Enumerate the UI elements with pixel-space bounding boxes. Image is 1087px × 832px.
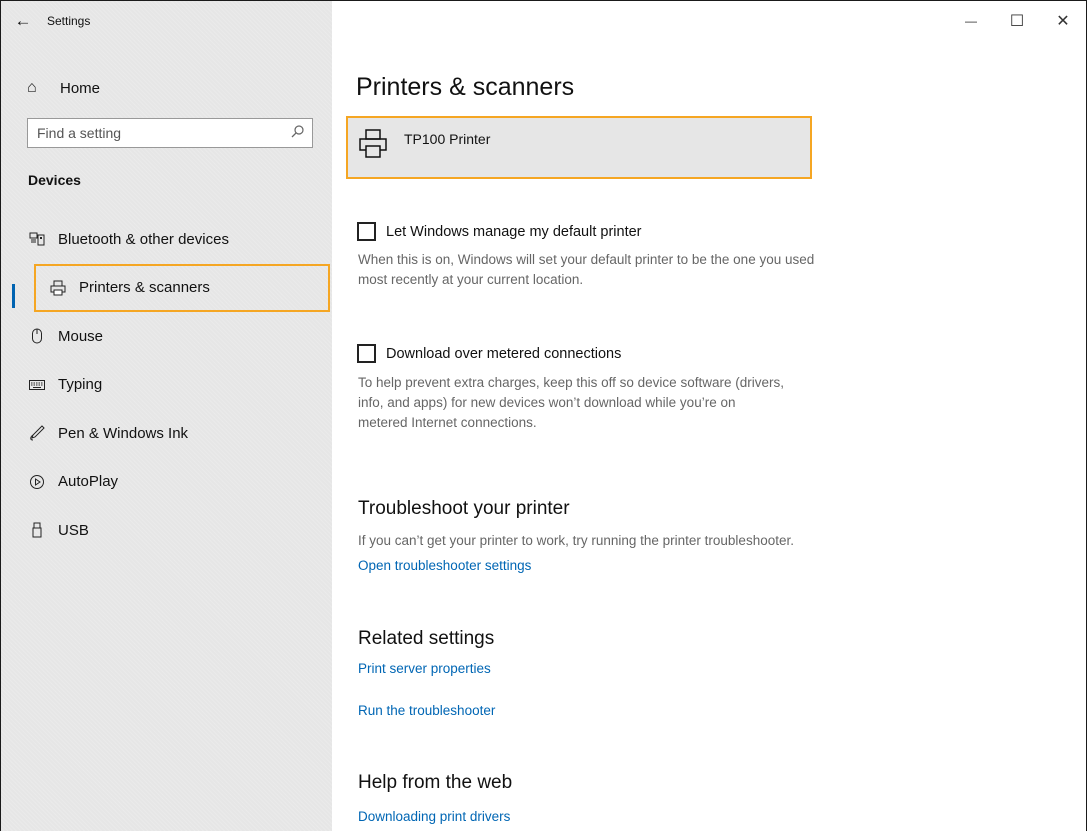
metered-checkbox[interactable] <box>357 344 376 363</box>
sidebar-item-label: AutoPlay <box>58 473 119 491</box>
sidebar-item-pen[interactable]: Pen & Windows Ink <box>1 409 332 458</box>
page-title: Printers & scanners <box>356 73 575 101</box>
printer-name: TP100 Printer <box>404 131 491 147</box>
sidebar: ← Settings ⌂ Home Devices Bluetooth & ot… <box>1 1 332 831</box>
keyboard-icon <box>26 379 48 390</box>
default-printer-label: Let Windows manage my default printer <box>386 223 642 240</box>
default-printer-description: When this is on, Windows will set your d… <box>358 252 815 287</box>
mouse-icon <box>26 328 48 344</box>
search-box <box>27 118 313 148</box>
downloading-drivers-link[interactable]: Downloading print drivers <box>358 809 510 824</box>
sidebar-item-label: Printers & scanners <box>79 279 210 297</box>
troubleshoot-text: If you can’t get your printer to work, t… <box>358 533 794 548</box>
related-settings-heading: Related settings <box>358 628 495 649</box>
printer-icon <box>358 128 388 160</box>
autoplay-icon <box>26 474 48 490</box>
sidebar-item-label: USB <box>58 521 89 539</box>
window-title: Settings <box>47 14 91 28</box>
sidebar-item-label: Typing <box>58 376 103 394</box>
settings-window: ← Settings ⌂ Home Devices Bluetooth & ot… <box>0 0 1087 831</box>
print-server-properties-link[interactable]: Print server properties <box>358 661 491 676</box>
sidebar-item-typing[interactable]: Typing <box>1 361 332 410</box>
help-heading: Help from the web <box>358 772 513 793</box>
sidebar-item-label: Home <box>60 79 101 97</box>
metered-label: Download over metered connections <box>386 345 622 362</box>
sidebar-item-usb[interactable]: USB <box>1 506 332 555</box>
run-troubleshooter-link[interactable]: Run the troubleshooter <box>358 703 495 718</box>
main-content: Printers & scanners TP100 Printer Let Wi… <box>332 1 1086 831</box>
pen-icon <box>26 425 48 441</box>
sidebar-item-label: Mouse <box>58 327 104 345</box>
printer-icon <box>47 280 69 296</box>
sidebar-item-autoplay[interactable]: AutoPlay <box>1 458 332 507</box>
search-input[interactable] <box>28 124 282 142</box>
sidebar-nav: Bluetooth & other devices Printers & sca… <box>1 215 332 555</box>
search-icon[interactable] <box>282 125 312 141</box>
metered-setting: Download over metered connections <box>357 344 621 363</box>
title-bar: ← Settings <box>1 1 332 41</box>
section-heading-devices: Devices <box>28 172 81 188</box>
sidebar-item-bluetooth[interactable]: Bluetooth & other devices <box>1 215 332 264</box>
open-troubleshooter-link[interactable]: Open troubleshooter settings <box>358 558 531 573</box>
sidebar-item-label: Bluetooth & other devices <box>58 230 229 248</box>
sidebar-item-label: Pen & Windows Ink <box>58 424 189 442</box>
sidebar-item-home[interactable]: ⌂ Home <box>1 73 332 103</box>
default-printer-setting: Let Windows manage my default printer <box>357 222 642 241</box>
troubleshoot-heading: Troubleshoot your printer <box>358 498 570 519</box>
default-printer-checkbox[interactable] <box>357 222 376 241</box>
sidebar-item-printers[interactable]: Printers & scanners <box>34 263 330 312</box>
back-button[interactable]: ← <box>1 1 45 41</box>
printer-tile[interactable]: TP100 Printer <box>346 116 812 179</box>
back-arrow-icon: ← <box>14 11 32 30</box>
metered-description: To help prevent extra charges, keep this… <box>358 375 784 430</box>
home-icon: ⌂ <box>27 79 37 96</box>
bluetooth-devices-icon <box>26 232 48 246</box>
usb-icon <box>26 522 48 538</box>
sidebar-item-mouse[interactable]: Mouse <box>1 312 332 361</box>
